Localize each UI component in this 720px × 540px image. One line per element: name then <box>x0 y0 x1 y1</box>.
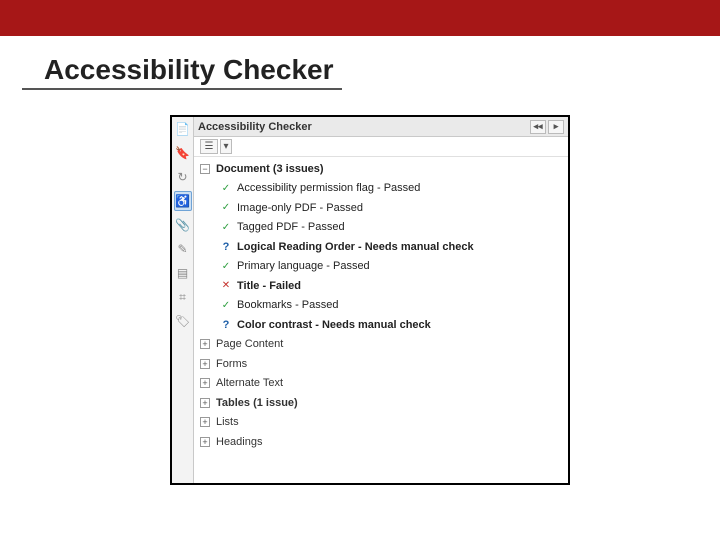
close-button[interactable]: ▸ <box>548 120 564 134</box>
tree-item-label: Title - Failed <box>237 280 301 292</box>
tree-item[interactable]: ✕ Title - Failed <box>194 276 568 296</box>
tree-item[interactable]: ✓ Accessibility permission flag - Passed <box>194 179 568 199</box>
panel-title: Accessibility Checker <box>198 121 312 133</box>
refresh-icon[interactable]: ↻ <box>174 167 192 187</box>
expand-toggle[interactable]: − <box>200 164 210 174</box>
collapse-button[interactable]: ◂◂ <box>530 120 546 134</box>
tree-doc-header[interactable]: − Document (3 issues) <box>194 159 568 179</box>
tree-category-label: Forms <box>216 358 247 370</box>
tree-item[interactable]: ? Logical Reading Order - Needs manual ch… <box>194 237 568 257</box>
tree-doc-header-label: Document (3 issues) <box>216 163 324 175</box>
tree-category[interactable]: + Tables (1 issue) <box>194 393 568 413</box>
panel-subtoolbar: ☰ ▾ <box>194 137 568 157</box>
options-button[interactable]: ☰ <box>200 139 218 154</box>
layers-icon[interactable]: ▤ <box>174 263 192 283</box>
panel-body: Accessibility Checker ◂◂ ▸ ☰ ▾ − Documen… <box>194 117 568 483</box>
tree-item-label: Bookmarks - Passed <box>237 299 338 311</box>
expand-toggle[interactable]: + <box>200 417 210 427</box>
info-icon: ? <box>220 319 232 331</box>
results-tree: − Document (3 issues) ✓ Accessibility per… <box>194 157 568 483</box>
tree-item[interactable]: ? Color contrast - Needs manual check <box>194 315 568 335</box>
tree-item[interactable]: ✓ Primary language - Passed <box>194 257 568 277</box>
slide-title: Accessibility Checker <box>22 38 342 90</box>
tree-item-label: Primary language - Passed <box>237 260 370 272</box>
tree-category-label: Tables (1 issue) <box>216 397 298 409</box>
tree-category-label: Lists <box>216 416 239 428</box>
vertical-toolbar: 📄 🔖 ↻ ♿ 📎 ✎ ▤ ⌗ 🏷 <box>172 117 194 483</box>
tree-category[interactable]: + Forms <box>194 354 568 374</box>
info-icon: ? <box>220 241 232 253</box>
tree-category[interactable]: + Page Content <box>194 335 568 355</box>
bookmarks-icon[interactable]: 🔖 <box>174 143 192 163</box>
tree-category-label: Page Content <box>216 338 283 350</box>
sign-icon[interactable]: ✎ <box>174 239 192 259</box>
slide-accent-bar <box>0 0 720 36</box>
options-dropdown[interactable]: ▾ <box>220 139 232 154</box>
pass-icon: ✓ <box>220 299 232 311</box>
expand-toggle[interactable]: + <box>200 339 210 349</box>
tree-category[interactable]: + Headings <box>194 432 568 452</box>
pass-icon: ✓ <box>220 260 232 272</box>
attachments-icon[interactable]: 📎 <box>174 215 192 235</box>
tree-category[interactable]: + Lists <box>194 413 568 433</box>
pass-icon: ✓ <box>220 221 232 233</box>
tree-category-label: Headings <box>216 436 262 448</box>
pass-icon: ✓ <box>220 182 232 194</box>
expand-toggle[interactable]: + <box>200 398 210 408</box>
pass-icon: ✓ <box>220 202 232 214</box>
expand-toggle[interactable]: + <box>200 378 210 388</box>
tree-category-label: Alternate Text <box>216 377 283 389</box>
tree-item[interactable]: ✓ Bookmarks - Passed <box>194 296 568 316</box>
fail-icon: ✕ <box>220 280 232 292</box>
accessibility-checker-panel: 📄 🔖 ↻ ♿ 📎 ✎ ▤ ⌗ 🏷 Accessibility Checker ◂◂ ▸ ☰ ▾… <box>170 115 570 485</box>
tree-item-label: Logical Reading Order - Needs manual che… <box>237 241 474 253</box>
tree-item-label: Image-only PDF - Passed <box>237 202 363 214</box>
tree-category[interactable]: + Alternate Text <box>194 374 568 394</box>
tags-icon[interactable]: 🏷 <box>174 311 192 331</box>
panel-header: Accessibility Checker ◂◂ ▸ <box>194 117 568 137</box>
accessibility-icon[interactable]: ♿ <box>174 191 192 211</box>
tree-item-label: Color contrast - Needs manual check <box>237 319 431 331</box>
pages-icon[interactable]: 📄 <box>174 119 192 139</box>
tree-item-label: Tagged PDF - Passed <box>237 221 345 233</box>
model-tree-icon[interactable]: ⌗ <box>174 287 192 307</box>
tree-item[interactable]: ✓ Image-only PDF - Passed <box>194 198 568 218</box>
expand-toggle[interactable]: + <box>200 359 210 369</box>
tree-item-label: Accessibility permission flag - Passed <box>237 182 420 194</box>
expand-toggle[interactable]: + <box>200 437 210 447</box>
tree-item[interactable]: ✓ Tagged PDF - Passed <box>194 218 568 238</box>
